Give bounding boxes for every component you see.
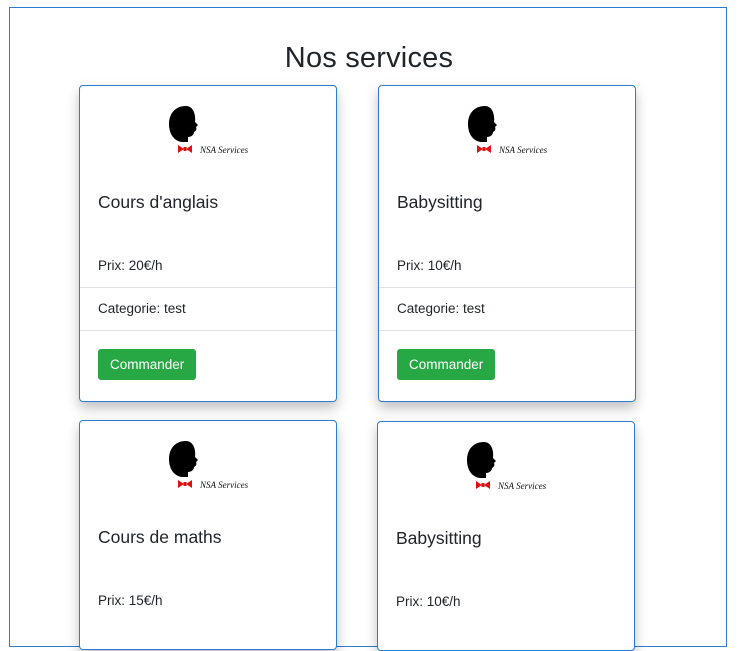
divider — [80, 330, 336, 331]
svg-text:NSA Services: NSA Services — [498, 145, 548, 155]
divider — [379, 287, 635, 288]
order-button[interactable]: Commander — [397, 349, 496, 380]
svg-text:NSA Services: NSA Services — [497, 481, 547, 491]
service-category: Categorie: test — [397, 301, 485, 316]
svg-text:NSA Services: NSA Services — [199, 145, 249, 155]
service-title: Babysitting — [396, 528, 482, 548]
service-title: Cours de maths — [98, 527, 222, 547]
service-title: Babysitting — [397, 192, 483, 212]
nsa-services-logo: NSA Services — [169, 106, 249, 155]
service-card: NSA Services Babysitting Prix: 10€/h Cat… — [378, 85, 636, 402]
service-price: Prix: 10€/h — [397, 258, 462, 273]
service-card: NSA Services Cours de maths Prix: 15€/h — [79, 420, 337, 650]
service-price: Prix: 20€/h — [98, 258, 163, 273]
nsa-services-logo: NSA Services — [169, 441, 249, 490]
nsa-services-logo: NSA Services — [468, 106, 548, 155]
service-card: NSA Services Babysitting Prix: 10€/h — [377, 421, 635, 651]
divider — [80, 287, 336, 288]
service-price: Prix: 10€/h — [396, 594, 461, 609]
service-card: NSA Services Cours d'anglais Prix: 20€/h… — [79, 85, 337, 402]
svg-text:NSA Services: NSA Services — [199, 480, 249, 490]
order-button[interactable]: Commander — [98, 349, 197, 380]
page-title: Nos services — [284, 42, 454, 74]
nsa-services-logo: NSA Services — [467, 442, 547, 491]
service-title: Cours d'anglais — [98, 192, 219, 212]
service-category: Categorie: test — [98, 301, 186, 316]
divider — [379, 330, 635, 331]
service-price: Prix: 15€/h — [98, 593, 163, 608]
